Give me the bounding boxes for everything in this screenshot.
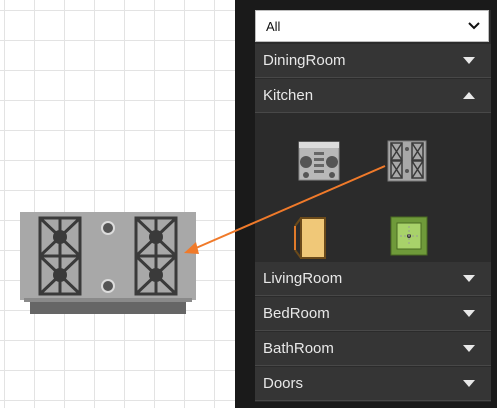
category-label: DiningRoom <box>263 52 346 69</box>
category-kitchen[interactable]: Kitchen <box>255 79 491 113</box>
category-filter-dropdown[interactable]: All <box>255 10 489 42</box>
category-diningroom[interactable]: DiningRoom <box>255 44 491 78</box>
expand-arrow-icon <box>463 275 475 282</box>
stove-on-canvas[interactable] <box>20 212 196 318</box>
category-bathroom[interactable]: BathRoom <box>255 332 491 366</box>
floorplan-canvas[interactable] <box>0 0 235 408</box>
category-label: Kitchen <box>263 87 314 104</box>
sink-icon[interactable] <box>390 216 428 256</box>
oven-front-icon[interactable] <box>297 140 341 182</box>
stove-top-icon[interactable] <box>387 140 427 182</box>
expand-arrow-icon <box>463 57 475 64</box>
filter-selected-value: All <box>266 18 281 34</box>
category-livingroom[interactable]: LivingRoom <box>255 262 491 296</box>
category-label: Doors <box>263 375 304 392</box>
expand-arrow-icon <box>463 345 475 352</box>
kitchen-items-grid <box>255 122 491 270</box>
chevron-down-icon <box>468 22 480 30</box>
category-doors[interactable]: Doors <box>255 367 491 401</box>
category-bedroom[interactable]: BedRoom <box>255 297 491 331</box>
collapse-arrow-icon <box>463 92 475 99</box>
furniture-panel: All DiningRoom Kitchen LivingRoom BedRoo… <box>235 0 497 408</box>
category-label: BedRoom <box>263 305 330 322</box>
fridge-icon[interactable] <box>293 216 327 260</box>
catalog-list: All DiningRoom Kitchen LivingRoom BedRoo… <box>255 10 491 402</box>
category-label: BathRoom <box>263 340 334 357</box>
expand-arrow-icon <box>463 310 475 317</box>
expand-arrow-icon <box>463 380 475 387</box>
category-label: LivingRoom <box>263 270 343 287</box>
